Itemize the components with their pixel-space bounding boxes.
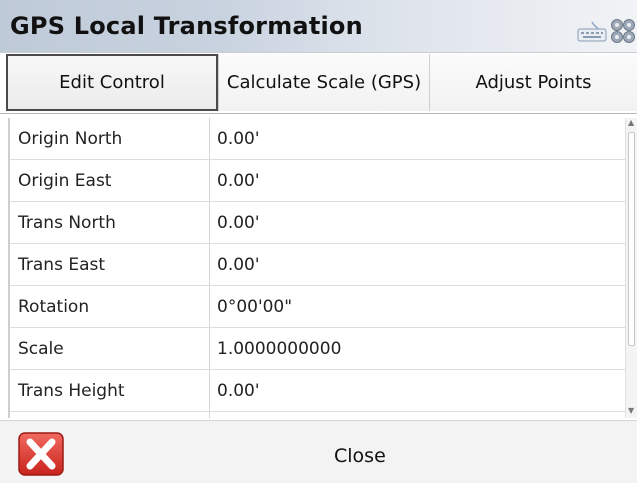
row-value-field[interactable]: 0.00' bbox=[210, 244, 627, 285]
row-value-field[interactable]: 0.00' bbox=[210, 160, 627, 201]
row-label bbox=[10, 412, 210, 418]
vertical-scrollbar[interactable]: ▲ ▼ bbox=[625, 118, 637, 418]
scroll-thumb[interactable] bbox=[628, 132, 635, 346]
row-trans-height[interactable]: Trans Height 0.00' bbox=[10, 370, 627, 412]
row-label: Trans Height bbox=[10, 370, 210, 411]
tab-strip: Edit Control Calculate Scale (GPS) Adjus… bbox=[0, 52, 637, 114]
row-scale[interactable]: Scale 1.0000000000 bbox=[10, 328, 627, 370]
row-value-field[interactable]: 1.0000000000 bbox=[210, 328, 627, 369]
tab-label: Calculate Scale (GPS) bbox=[226, 72, 422, 93]
row-label: Origin East bbox=[10, 160, 210, 201]
row-value-field[interactable]: 0.00' bbox=[210, 118, 627, 159]
tab-edit-control[interactable]: Edit Control bbox=[6, 54, 218, 111]
tab-calculate-scale-gps[interactable]: Calculate Scale (GPS) bbox=[218, 54, 430, 111]
tab-label: Adjust Points bbox=[475, 72, 592, 93]
row-value-field[interactable] bbox=[210, 412, 627, 418]
row-label: Rotation bbox=[10, 286, 210, 327]
footer-bar: Close bbox=[0, 420, 637, 483]
window-title: GPS Local Transformation bbox=[10, 12, 363, 40]
row-label: Origin North bbox=[10, 118, 210, 159]
scroll-down-arrow-icon[interactable]: ▼ bbox=[628, 406, 634, 415]
row-origin-north[interactable]: Origin North 0.00' bbox=[10, 118, 627, 160]
row-origin-east[interactable]: Origin East 0.00' bbox=[10, 160, 627, 202]
transformation-grid: Origin North 0.00' Origin East 0.00' Tra… bbox=[8, 118, 627, 418]
scroll-up-arrow-icon[interactable]: ▲ bbox=[628, 118, 634, 127]
row-label: Trans North bbox=[10, 202, 210, 243]
close-x-icon[interactable] bbox=[18, 432, 64, 476]
title-bar: GPS Local Transformation bbox=[0, 0, 637, 53]
keyboard-icon[interactable] bbox=[577, 20, 607, 42]
row-rotation[interactable]: Rotation 0°00'00" bbox=[10, 286, 627, 328]
row-value-field[interactable]: 0.00' bbox=[210, 202, 627, 243]
row-value-field[interactable]: 0.00' bbox=[210, 370, 627, 411]
close-button[interactable]: Close bbox=[334, 445, 386, 467]
settings-icon[interactable] bbox=[610, 16, 637, 44]
tab-adjust-points[interactable]: Adjust Points bbox=[430, 54, 637, 111]
row-label: Trans East bbox=[10, 244, 210, 285]
tab-label: Edit Control bbox=[59, 72, 165, 93]
row-value-field[interactable]: 0°00'00" bbox=[210, 286, 627, 327]
row-label: Scale bbox=[10, 328, 210, 369]
row-partial[interactable] bbox=[10, 412, 627, 418]
row-trans-east[interactable]: Trans East 0.00' bbox=[10, 244, 627, 286]
row-trans-north[interactable]: Trans North 0.00' bbox=[10, 202, 627, 244]
